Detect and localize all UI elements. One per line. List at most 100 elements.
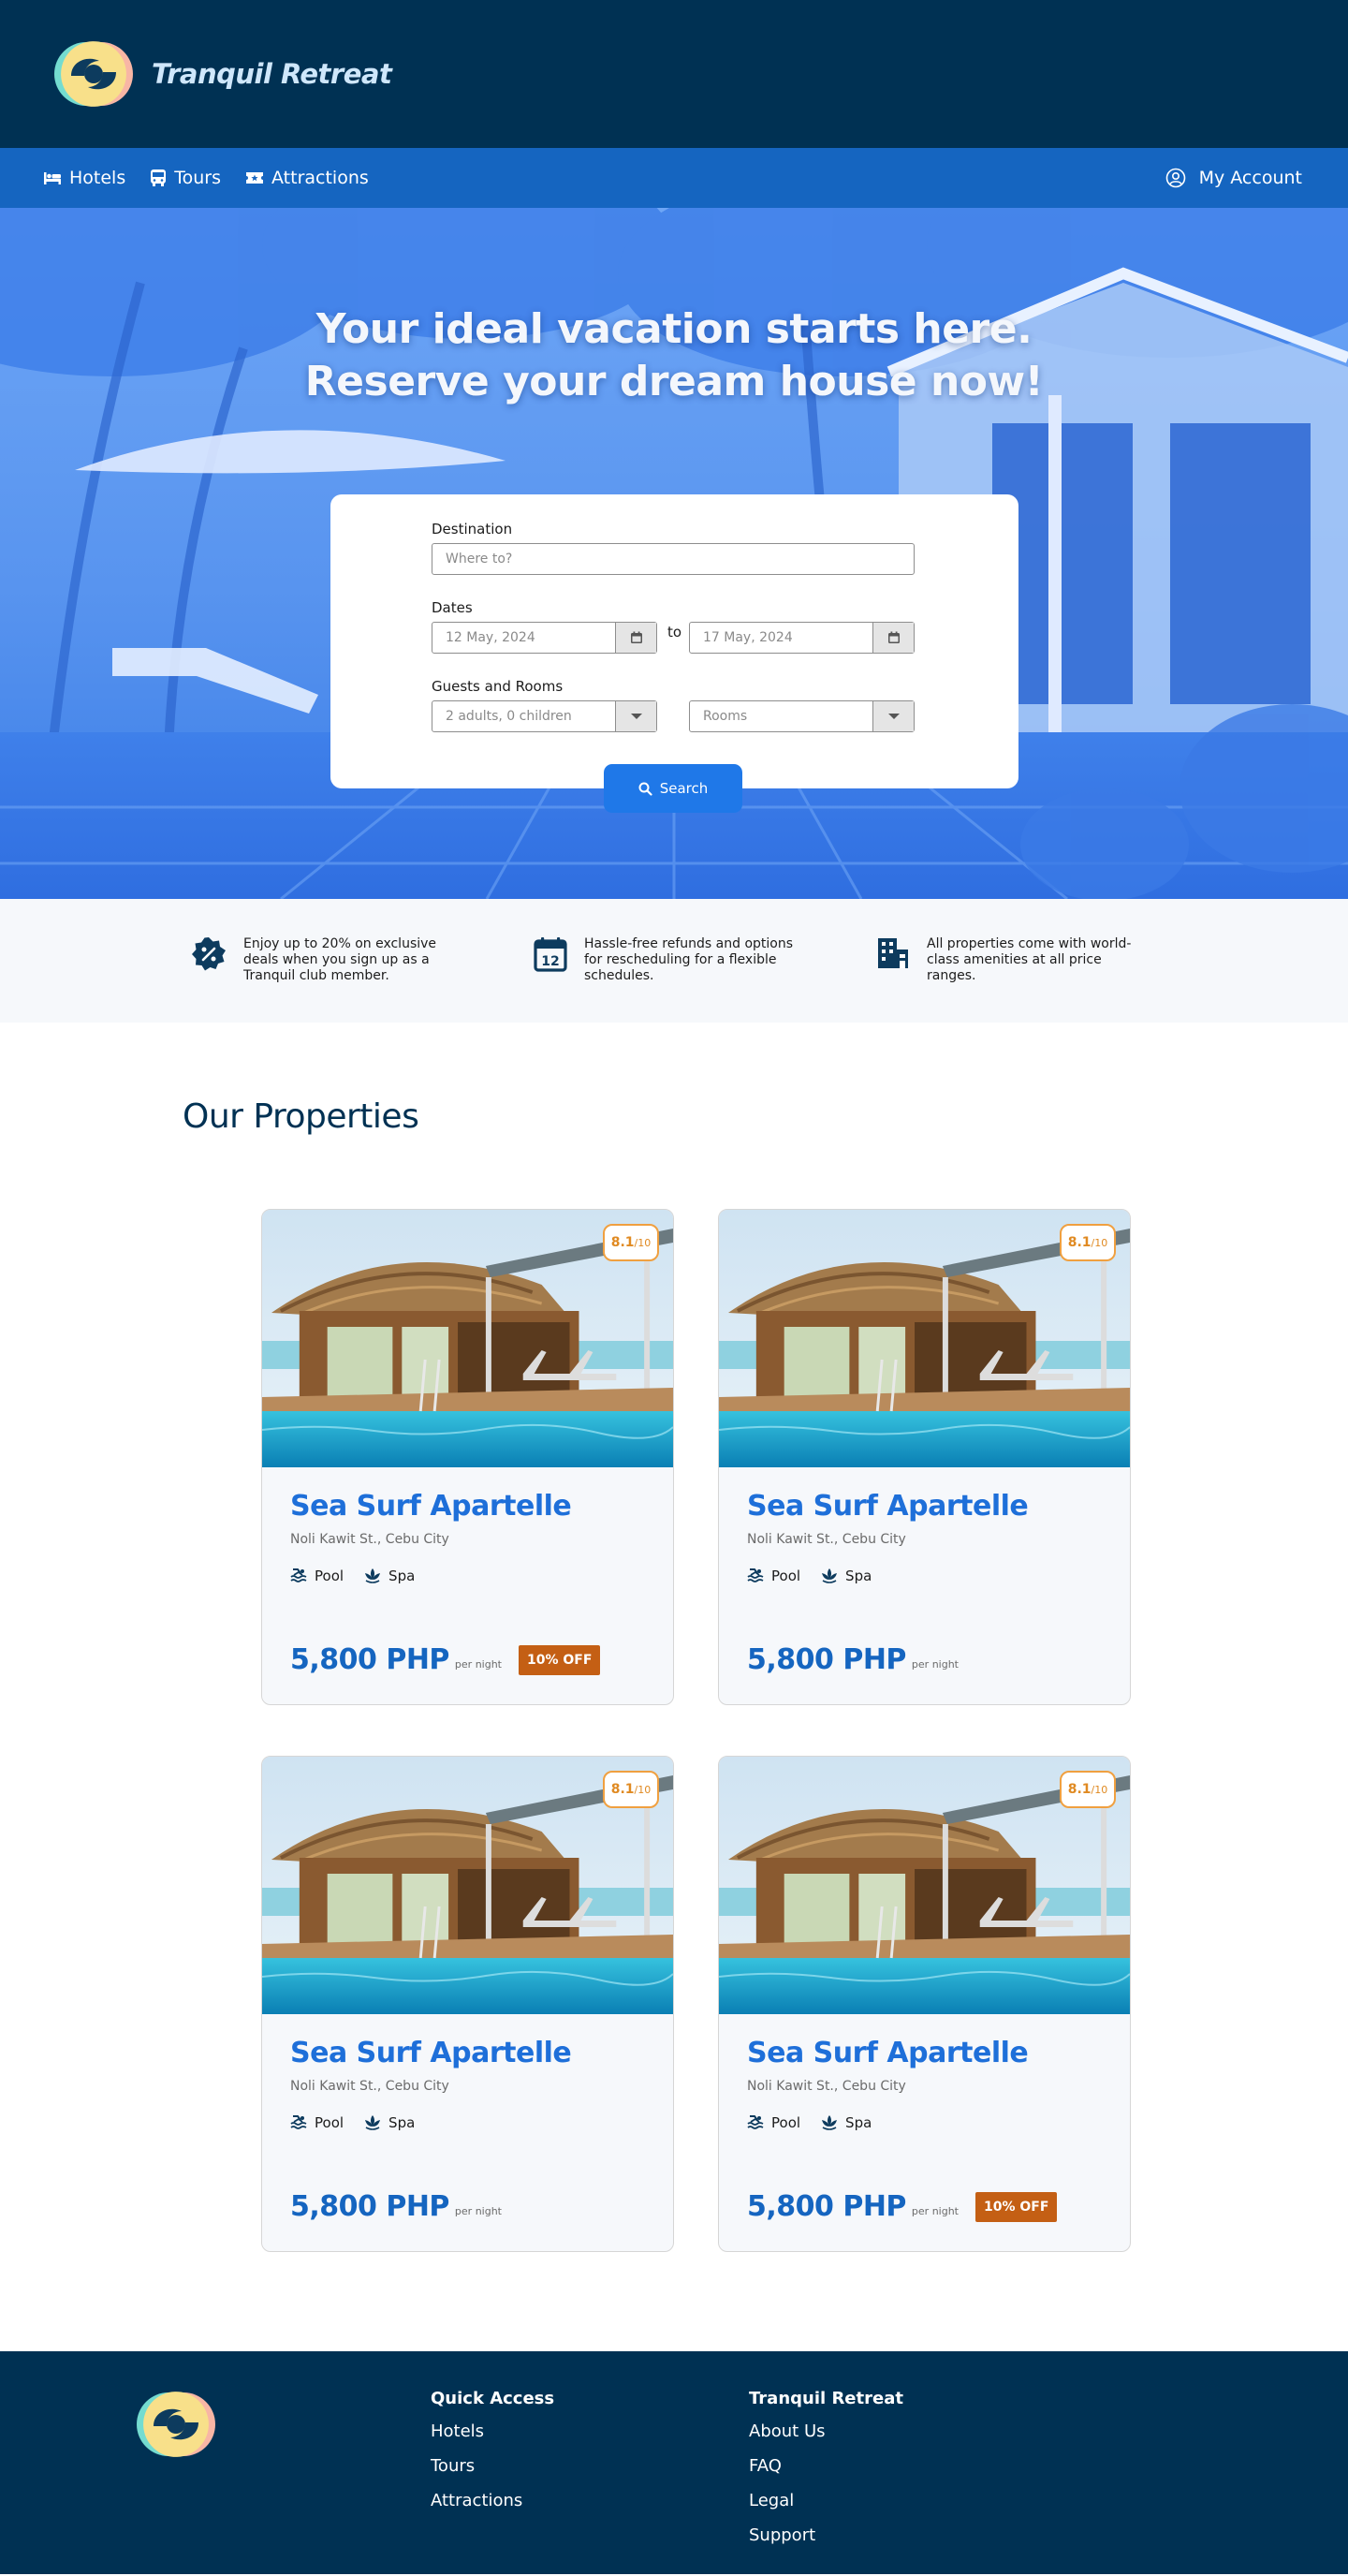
- rating-value: 8.1: [1067, 1235, 1092, 1250]
- property-card[interactable]: 8.1/10 Sea Surf Apartelle Noli Kawit St.…: [718, 1756, 1131, 2252]
- property-name[interactable]: Sea Surf Apartelle: [747, 2037, 1130, 2069]
- dates-label: Dates: [432, 599, 473, 616]
- price-row: 5,800 PHP per night 10% OFF: [747, 2190, 1058, 2223]
- rating-max: /10: [1091, 1783, 1108, 1796]
- price: 5,800 PHP: [747, 2190, 906, 2223]
- footer-link-legal[interactable]: Legal: [749, 2491, 903, 2510]
- calendar-picker-button-from[interactable]: [615, 623, 656, 653]
- property-name[interactable]: Sea Surf Apartelle: [747, 1490, 1130, 1523]
- footer-col-title: Tranquil Retreat: [749, 2389, 903, 2408]
- brand-name[interactable]: Tranquil Retreat: [152, 58, 392, 90]
- amenity-label: Pool: [315, 2114, 344, 2131]
- amenity-pool: Pool: [747, 2114, 800, 2131]
- destination-input[interactable]: Where to?: [432, 543, 915, 575]
- price-row: 5,800 PHP per night: [290, 2190, 502, 2223]
- amenity-pool: Pool: [747, 1568, 800, 1584]
- footer-logo-icon[interactable]: [133, 2389, 219, 2464]
- ticket-icon: [246, 172, 263, 184]
- amenity-spa: Spa: [821, 2114, 872, 2131]
- calendar-icon: 12: [534, 937, 567, 972]
- nav-label-tours: Tours: [174, 168, 221, 188]
- footer-link-faq[interactable]: FAQ: [749, 2456, 903, 2476]
- property-name[interactable]: Sea Surf Apartelle: [290, 1490, 673, 1523]
- date-from-input[interactable]: 12 May, 2024: [432, 622, 657, 654]
- property-card[interactable]: 8.1/10 Sea Surf Apartelle Noli Kawit St.…: [261, 1756, 674, 2252]
- properties-title: Our Properties: [183, 1097, 419, 1136]
- amenity-pool: Pool: [290, 2114, 344, 2131]
- destination-label: Destination: [432, 521, 513, 537]
- nav-item-hotels[interactable]: Hotels: [43, 168, 125, 188]
- feature-amenities-text: All properties come with world-class ame…: [927, 936, 1132, 983]
- rooms-placeholder: Rooms: [703, 709, 748, 724]
- search-button-label: Search: [659, 780, 709, 797]
- per-night-label: per night: [911, 1658, 959, 1671]
- per-night-label: per night: [911, 2205, 959, 2217]
- my-account-label: My Account: [1198, 168, 1302, 188]
- bus-icon: [151, 169, 167, 186]
- svg-text:12: 12: [541, 954, 559, 969]
- rating-badge: 8.1/10: [603, 1771, 659, 1808]
- nav-item-attractions[interactable]: Attractions: [245, 168, 369, 188]
- caret-down-icon: [887, 714, 900, 719]
- properties-grid: 8.1/10 Sea Surf Apartelle Noli Kawit St.…: [261, 1209, 1348, 2252]
- logo-icon[interactable]: [51, 38, 137, 110]
- discount-badge: 10% OFF: [519, 1644, 601, 1675]
- user-circle-icon: [1165, 168, 1185, 188]
- amenity-label: Pool: [771, 1568, 801, 1584]
- feature-amenities: All properties come with world-class ame…: [876, 936, 1157, 1023]
- amenities-list: Pool Spa: [747, 2114, 1130, 2131]
- amenity-spa: Spa: [364, 1568, 415, 1584]
- guests-value: 2 adults, 0 children: [446, 709, 572, 724]
- calendar-picker-button-to[interactable]: [872, 623, 914, 653]
- footer-link-tours[interactable]: Tours: [431, 2456, 554, 2476]
- rooms-select[interactable]: Rooms: [689, 700, 915, 732]
- feature-refunds-text: Hassle-free refunds and options for resc…: [584, 936, 794, 983]
- footer-quick-access: Quick Access Hotels Tours Attractions: [431, 2389, 554, 2525]
- spa-icon: [365, 1568, 381, 1583]
- search-button[interactable]: Search: [604, 764, 742, 813]
- destination-placeholder: Where to?: [446, 552, 513, 567]
- footer-link-support[interactable]: Support: [749, 2525, 903, 2545]
- pool-icon: [747, 2115, 764, 2129]
- main-nav: Hotels Tours Attractions My Account: [0, 148, 1348, 208]
- discount-badge-icon: [192, 937, 226, 971]
- amenities-list: Pool Spa: [290, 2114, 673, 2131]
- amenity-label: Spa: [388, 2114, 416, 2131]
- my-account-link[interactable]: My Account: [1165, 168, 1302, 188]
- property-name[interactable]: Sea Surf Apartelle: [290, 2037, 673, 2069]
- amenity-label: Spa: [388, 1568, 416, 1584]
- date-to-input[interactable]: 17 May, 2024: [689, 622, 915, 654]
- footer-link-about[interactable]: About Us: [749, 2421, 903, 2441]
- footer-link-attractions[interactable]: Attractions: [431, 2491, 554, 2510]
- guests-select[interactable]: 2 adults, 0 children: [432, 700, 657, 732]
- property-address: Noli Kawit St., Cebu City: [747, 1532, 906, 1547]
- nav-label-hotels: Hotels: [69, 168, 126, 188]
- rating-badge: 8.1/10: [1060, 1224, 1116, 1261]
- footer-link-hotels[interactable]: Hotels: [431, 2421, 554, 2441]
- amenity-label: Pool: [771, 2114, 801, 2131]
- calendar-icon: [630, 631, 642, 643]
- spa-icon: [365, 2115, 381, 2130]
- guests-dropdown-button[interactable]: [615, 701, 656, 731]
- property-card[interactable]: 8.1/10 Sea Surf Apartelle Noli Kawit St.…: [261, 1209, 674, 1705]
- nav-item-tours[interactable]: Tours: [150, 168, 221, 188]
- property-card[interactable]: 8.1/10 Sea Surf Apartelle Noli Kawit St.…: [718, 1209, 1131, 1705]
- site-footer: Quick Access Hotels Tours Attractions Tr…: [0, 2351, 1348, 2574]
- pool-icon: [747, 1568, 764, 1582]
- amenity-pool: Pool: [290, 1568, 344, 1584]
- price: 5,800 PHP: [290, 2190, 449, 2223]
- nav-links: Hotels Tours Attractions: [43, 168, 369, 188]
- feature-refunds: 12 Hassle-free refunds and options for r…: [534, 936, 814, 1023]
- property-address: Noli Kawit St., Cebu City: [290, 2079, 449, 2094]
- building-icon: [878, 938, 908, 968]
- rating-max: /10: [1091, 1236, 1108, 1249]
- rooms-dropdown-button[interactable]: [872, 701, 914, 731]
- nav-label-attractions: Attractions: [271, 168, 369, 188]
- amenity-spa: Spa: [364, 2114, 415, 2131]
- hero-title-line1: Your ideal vacation starts here.: [315, 305, 1033, 353]
- amenity-label: Pool: [315, 1568, 344, 1584]
- amenity-label: Spa: [845, 2114, 872, 2131]
- date-from-value: 12 May, 2024: [446, 630, 535, 645]
- price-row: 5,800 PHP per night 10% OFF: [290, 1643, 601, 1676]
- rating-value: 8.1: [610, 1782, 635, 1797]
